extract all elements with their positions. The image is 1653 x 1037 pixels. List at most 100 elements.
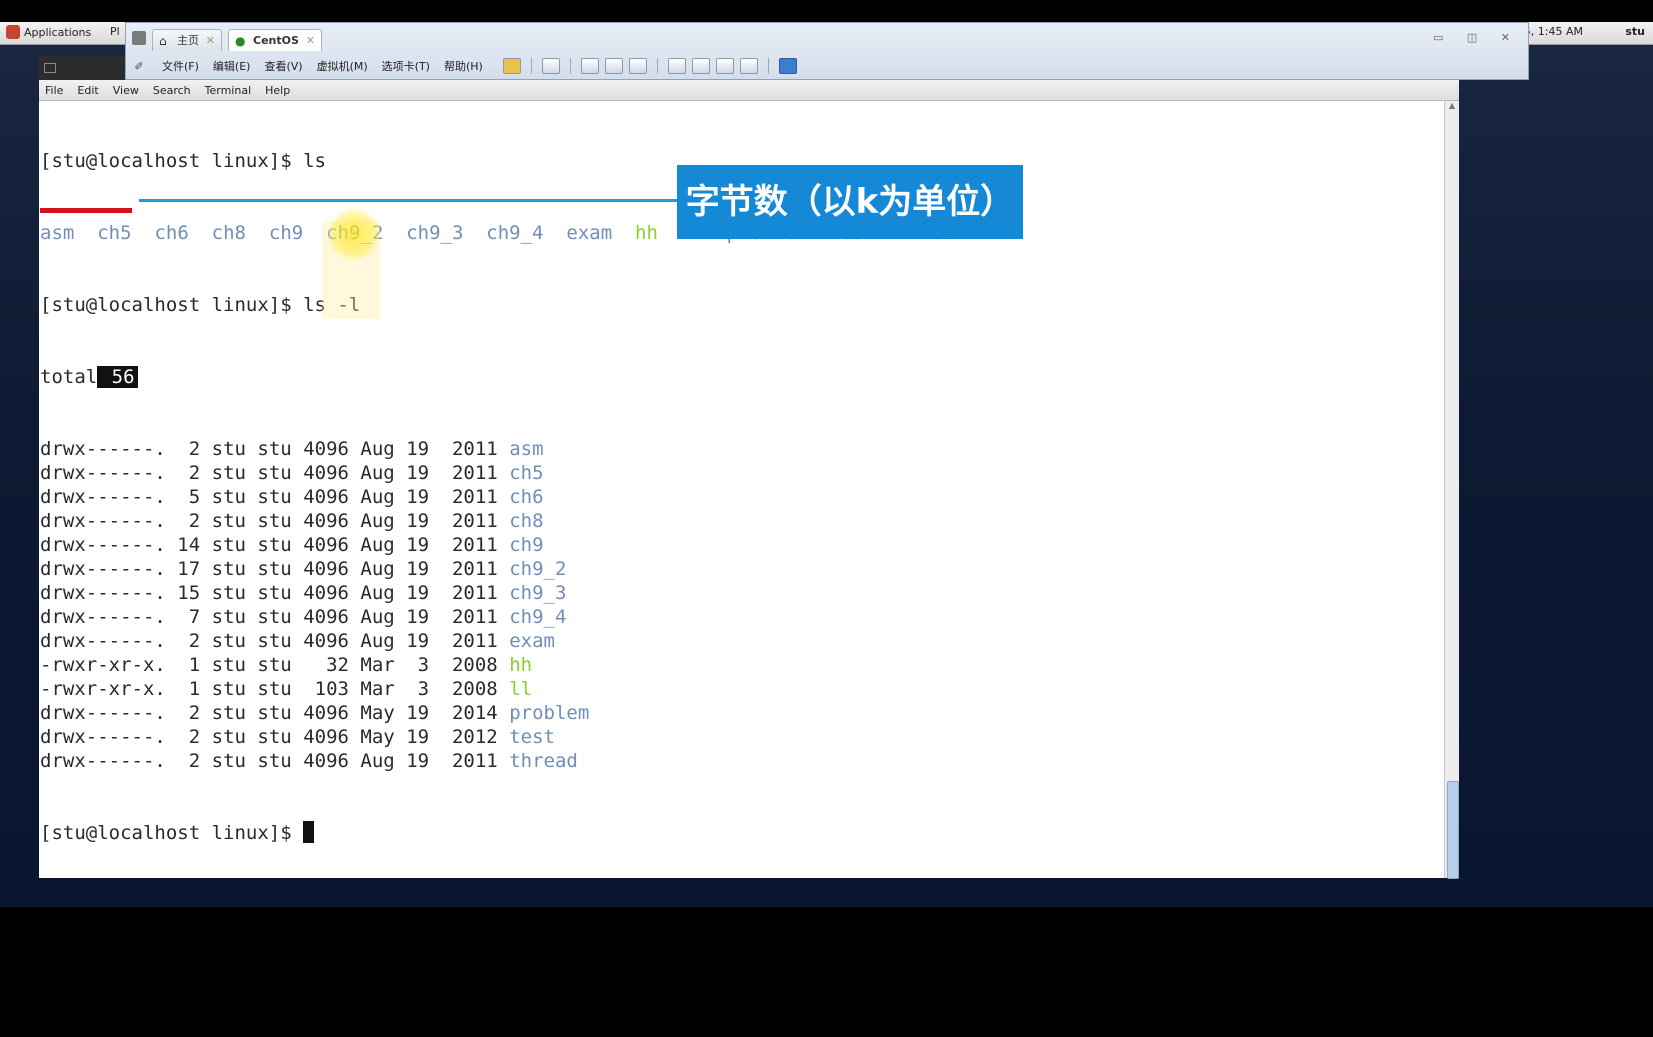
group-field: stu <box>257 582 292 604</box>
pin-icon[interactable]: ✐ <box>130 60 148 73</box>
scroll-up-arrow-icon[interactable]: ▲ <box>1447 101 1457 111</box>
unity-icon[interactable] <box>739 58 758 74</box>
day-field: 19 <box>406 462 430 484</box>
filename-field: ch9_2 <box>509 558 567 580</box>
group-field: stu <box>257 486 292 508</box>
window-controls[interactable]: ▭ ◫ ✕ <box>1433 31 1520 44</box>
owner-field: stu <box>211 558 246 580</box>
home-icon: ⌂ <box>159 34 167 48</box>
snapshot-manager-icon[interactable] <box>628 58 647 74</box>
links-field: 5 <box>177 486 201 508</box>
terminal-menu-file[interactable]: File <box>45 84 63 97</box>
group-field: stu <box>257 558 292 580</box>
year-field: 2011 <box>451 558 498 580</box>
tab-home[interactable]: ⌂ 主页 ✕ <box>152 29 222 51</box>
year-field: 2014 <box>451 702 498 724</box>
total-line: total 56 <box>40 365 1443 389</box>
day-field: 19 <box>406 486 430 508</box>
ls-entry: ch9_4 <box>486 222 544 244</box>
year-field: 2011 <box>451 534 498 556</box>
perm-field: drwx------. <box>40 606 166 628</box>
thumbnail-icon[interactable] <box>691 58 710 74</box>
links-field: 2 <box>177 702 201 724</box>
terminal-menu-view[interactable]: View <box>113 84 139 97</box>
size-field: 103 <box>303 678 349 700</box>
power-icon[interactable] <box>502 58 521 74</box>
group-field: stu <box>257 606 292 628</box>
listing-row: drwx------. 2 stu stu 4096 Aug 19 2011 e… <box>40 629 1443 653</box>
prompt-line: [stu@localhost linux]$ <box>40 821 1443 845</box>
day-field: 19 <box>406 558 430 580</box>
size-field: 4096 <box>303 438 349 460</box>
perm-field: drwx------. <box>40 558 166 580</box>
listing-row: drwx------. 2 stu stu 4096 Aug 19 2011 c… <box>40 461 1443 485</box>
tab-centos[interactable]: ● CentOS ✕ <box>228 29 322 51</box>
places-menu[interactable]: Pl <box>110 25 120 38</box>
size-field: 4096 <box>303 582 349 604</box>
vmware-menubar: ✐ 文件(F) 编辑(E) 查看(V) 虚拟机(M) 选项卡(T) 帮助(H) <box>126 53 1528 79</box>
listing-row: drwx------. 5 stu stu 4096 Aug 19 2011 c… <box>40 485 1443 509</box>
terminal-menu-terminal[interactable]: Terminal <box>205 84 252 97</box>
menu-tabs[interactable]: 选项卡(T) <box>382 58 430 74</box>
terminal-menu-help[interactable]: Help <box>265 84 290 97</box>
scroll-thumb[interactable] <box>1447 781 1459 879</box>
ls-entry: ch8 <box>211 222 246 244</box>
listing-row: drwx------. 2 stu stu 4096 May 19 2014 p… <box>40 701 1443 725</box>
terminal-window[interactable]: File Edit View Search Terminal Help [stu… <box>39 80 1459 879</box>
month-field: Aug <box>360 558 395 580</box>
month-field: May <box>360 726 395 748</box>
terminal-scrollbar[interactable]: ▲ <box>1444 101 1459 879</box>
filename-field: ch9_4 <box>509 606 567 628</box>
year-field: 2011 <box>451 438 498 460</box>
revert-snapshot-icon[interactable] <box>604 58 623 74</box>
month-field: Aug <box>360 486 395 508</box>
menu-help[interactable]: 帮助(H) <box>444 58 483 74</box>
window-list-icon[interactable] <box>44 63 56 73</box>
year-field: 2011 <box>451 630 498 652</box>
terminal-output[interactable]: [stu@localhost linux]$ ls asm ch5 ch6 ch… <box>39 101 1443 878</box>
month-field: Aug <box>360 750 395 772</box>
menu-edit[interactable]: 编辑(E) <box>213 58 251 74</box>
terminal-menubar: File Edit View Search Terminal Help <box>39 80 1459 101</box>
links-field: 2 <box>177 510 201 532</box>
snapshot-icon[interactable] <box>580 58 599 74</box>
annotation-callout: 字节数（以k为单位） <box>677 165 1023 239</box>
size-field: 4096 <box>303 630 349 652</box>
group-field: stu <box>257 534 292 556</box>
toolbar-separator <box>656 58 658 74</box>
menu-file[interactable]: 文件(F) <box>162 58 199 74</box>
vmware-tabbar: ⌂ 主页 ✕ ● CentOS ✕ ▭ ◫ ✕ <box>126 25 1528 51</box>
filename-field: ch9 <box>509 534 544 556</box>
terminal-menu-search[interactable]: Search <box>153 84 191 97</box>
links-field: 2 <box>177 462 201 484</box>
month-field: Aug <box>360 534 395 556</box>
listing-row: -rwxr-xr-x. 1 stu stu 103 Mar 3 2008 ll <box>40 677 1443 701</box>
library-icon[interactable] <box>132 31 146 45</box>
panel-user[interactable]: stu <box>1625 25 1645 38</box>
send-keys-icon[interactable] <box>541 58 560 74</box>
menu-view[interactable]: 查看(V) <box>264 58 302 74</box>
links-field: 2 <box>177 726 201 748</box>
group-field: stu <box>257 462 292 484</box>
owner-field: stu <box>211 750 246 772</box>
size-field: 4096 <box>303 486 349 508</box>
perm-field: drwx------. <box>40 438 166 460</box>
listing-row: drwx------. 14 stu stu 4096 Aug 19 2011 … <box>40 533 1443 557</box>
terminal-menu-edit[interactable]: Edit <box>77 84 98 97</box>
toolbar-separator <box>767 58 769 74</box>
size-field: 4096 <box>303 750 349 772</box>
close-icon[interactable]: ✕ <box>306 30 315 52</box>
listing-row: drwx------. 15 stu stu 4096 Aug 19 2011 … <box>40 581 1443 605</box>
size-field: 4096 <box>303 462 349 484</box>
sidebar-toggle-icon[interactable] <box>667 58 686 74</box>
menu-vm[interactable]: 虚拟机(M) <box>317 58 368 74</box>
console-view-icon[interactable] <box>778 58 797 74</box>
close-icon[interactable]: ✕ <box>206 30 215 52</box>
group-field: stu <box>257 702 292 724</box>
month-field: Mar <box>360 654 395 676</box>
applications-menu[interactable]: Applications <box>6 25 91 39</box>
group-field: stu <box>257 750 292 772</box>
day-field: 19 <box>406 630 430 652</box>
fullscreen-icon[interactable] <box>715 58 734 74</box>
owner-field: stu <box>211 462 246 484</box>
